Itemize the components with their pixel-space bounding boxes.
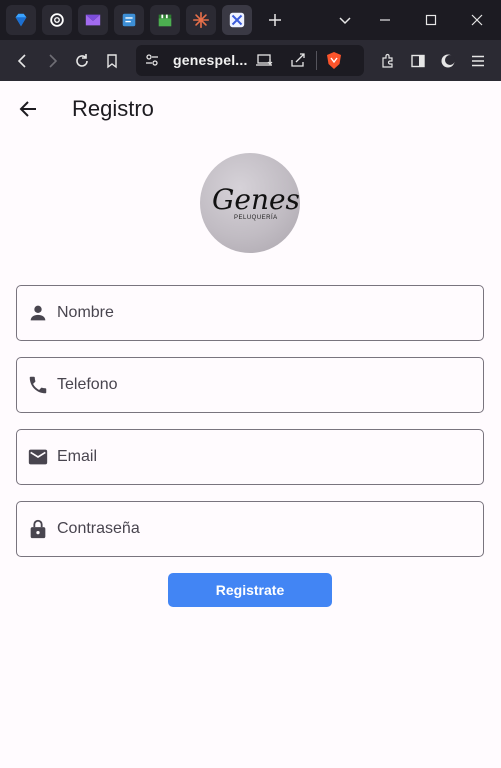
reload-icon xyxy=(76,53,88,67)
phone-input[interactable] xyxy=(57,358,477,412)
logo-name: Genes xyxy=(212,183,300,216)
bookmark-icon xyxy=(107,53,117,68)
sidebar-icon xyxy=(411,54,425,67)
sidebar-toggle-button[interactable] xyxy=(404,40,432,81)
back-nav-button[interactable] xyxy=(9,40,37,81)
leo-ai-button[interactable] xyxy=(434,40,462,81)
minimize-button[interactable] xyxy=(363,0,407,40)
brand-logo: Genes PELUQUERÍA xyxy=(200,153,300,253)
url-divider xyxy=(316,51,317,70)
close-window-button[interactable] xyxy=(455,0,499,40)
chevron-left-icon xyxy=(17,53,26,68)
tools-icon xyxy=(229,12,245,28)
url-text: genespel... xyxy=(173,52,248,68)
chevron-down-icon xyxy=(339,17,351,25)
tab-sunburst[interactable] xyxy=(186,5,216,35)
app-bar: Registro xyxy=(0,81,501,137)
name-field xyxy=(16,285,484,341)
extensions-button[interactable] xyxy=(374,40,402,81)
address-bar[interactable]: genespel... xyxy=(136,45,364,76)
m-logo-icon xyxy=(85,14,101,26)
email-icon xyxy=(28,449,48,465)
browser-tabstrip xyxy=(0,0,501,40)
tab-list-button[interactable] xyxy=(323,0,367,40)
lock-icon xyxy=(30,519,46,539)
tab-gem[interactable] xyxy=(6,5,36,35)
menu-button[interactable] xyxy=(464,40,492,81)
tab-clapper[interactable] xyxy=(150,5,180,35)
person-icon xyxy=(30,305,46,321)
plus-icon xyxy=(269,14,281,26)
share-icon[interactable] xyxy=(290,53,306,68)
phone-icon xyxy=(29,376,47,394)
sunburst-icon xyxy=(192,11,210,29)
gem-icon xyxy=(15,13,27,27)
logo-subtitle: PELUQUERÍA xyxy=(234,215,278,221)
maximize-icon xyxy=(425,14,437,26)
browser-toolbar: genespel... xyxy=(0,40,501,81)
tab-m-logo[interactable] xyxy=(78,5,108,35)
password-field xyxy=(16,501,484,557)
forward-nav-button[interactable] xyxy=(38,40,66,81)
tab-openai[interactable] xyxy=(42,5,72,35)
leo-icon xyxy=(441,54,455,67)
openai-icon xyxy=(50,13,64,27)
phone-field xyxy=(16,357,484,413)
tab-tools[interactable] xyxy=(222,5,252,35)
close-icon xyxy=(471,14,483,26)
site-settings-icon[interactable] xyxy=(145,53,159,67)
puzzle-icon xyxy=(382,53,393,68)
tab-notes[interactable] xyxy=(114,5,144,35)
name-input[interactable] xyxy=(57,286,477,340)
chevron-right-icon xyxy=(49,53,58,68)
email-input[interactable] xyxy=(57,430,477,484)
new-tab-button[interactable] xyxy=(260,5,290,35)
notes-icon xyxy=(122,13,136,27)
clapper-icon xyxy=(158,14,172,27)
email-field xyxy=(16,429,484,485)
bookmark-button[interactable] xyxy=(98,40,126,81)
minimize-icon xyxy=(380,19,390,21)
password-input[interactable] xyxy=(57,502,477,556)
page-title: Registro xyxy=(72,96,154,121)
maximize-button[interactable] xyxy=(409,0,453,40)
back-button[interactable] xyxy=(14,95,42,123)
register-button[interactable]: Registrate xyxy=(168,573,332,607)
reload-button[interactable] xyxy=(68,40,96,81)
arrow-left-icon xyxy=(19,101,36,117)
brave-shields-icon[interactable] xyxy=(325,51,343,70)
install-app-icon[interactable] xyxy=(256,53,274,68)
hamburger-icon xyxy=(472,55,484,66)
